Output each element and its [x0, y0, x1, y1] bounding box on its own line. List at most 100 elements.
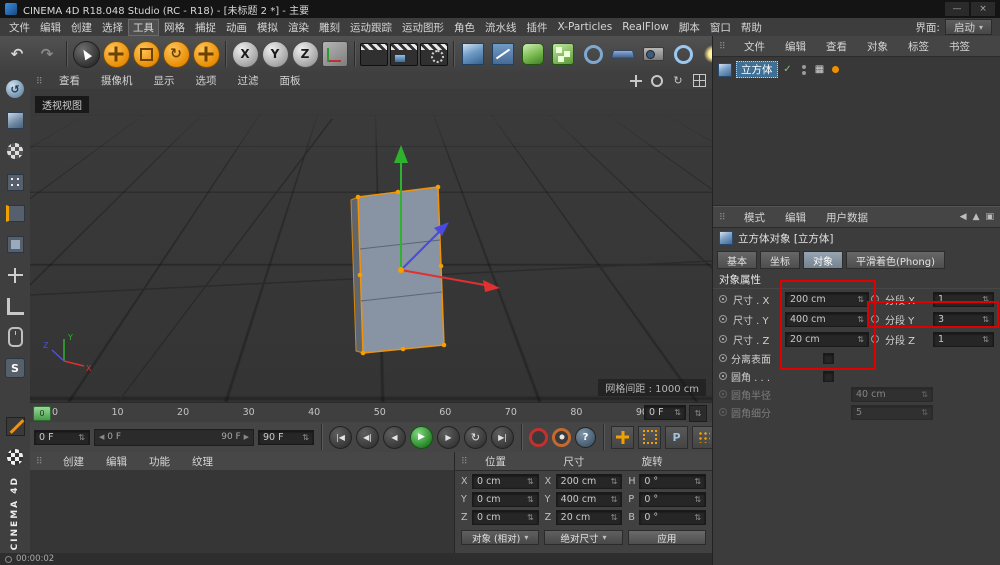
- attr-size-z-field[interactable]: 20 cm: [785, 332, 869, 347]
- anim-dot-icon[interactable]: [719, 335, 727, 343]
- anim-dot-icon[interactable]: [719, 315, 727, 323]
- menu-create[interactable]: 创建: [66, 19, 97, 36]
- material-menu-create[interactable]: 创建: [58, 453, 89, 470]
- visibility-dots-icon[interactable]: [798, 64, 810, 76]
- enable-axis-button[interactable]: [3, 263, 27, 287]
- menu-motion-tracker[interactable]: 运动跟踪: [345, 19, 397, 36]
- toggle-views-icon[interactable]: [692, 74, 706, 88]
- minimize-button[interactable]: —: [945, 2, 969, 16]
- loop-playback-button[interactable]: [464, 426, 487, 449]
- menu-select[interactable]: 选择: [97, 19, 128, 36]
- phong-tag-icon[interactable]: ▦: [814, 64, 826, 76]
- apply-button[interactable]: 应用: [628, 530, 706, 545]
- panel-grip-icon[interactable]: [36, 75, 46, 87]
- om-menu-view[interactable]: 查看: [821, 38, 852, 55]
- make-editable-button[interactable]: ↺: [3, 77, 27, 101]
- zoom-view-icon[interactable]: [650, 74, 664, 88]
- undo-button[interactable]: ↶: [3, 40, 31, 68]
- live-selection-tool[interactable]: [72, 40, 100, 68]
- edges-mode-button[interactable]: [3, 201, 27, 225]
- current-frame-field[interactable]: 0 F: [34, 430, 90, 445]
- texture-mode-button[interactable]: [3, 139, 27, 163]
- ruler-frame-field[interactable]: 0 F: [644, 405, 686, 420]
- menu-sculpt[interactable]: 雕刻: [314, 19, 345, 36]
- material-list-area[interactable]: [30, 470, 454, 553]
- menu-script[interactable]: 脚本: [674, 19, 705, 36]
- texture-ball-button[interactable]: [3, 445, 27, 469]
- anim-dot-icon[interactable]: [871, 315, 879, 323]
- points-mode-button[interactable]: [3, 170, 27, 194]
- viewport-menu-cameras[interactable]: 摄像机: [96, 72, 138, 89]
- menu-animate[interactable]: 动画: [221, 19, 252, 36]
- menu-tools[interactable]: 工具: [128, 19, 159, 36]
- lock-icon[interactable]: ▣: [985, 212, 994, 222]
- move-tool[interactable]: [102, 40, 130, 68]
- om-menu-objects[interactable]: 对象: [862, 38, 893, 55]
- viewport-3d-scene[interactable]: Y X Z: [30, 89, 712, 402]
- timeline-playhead[interactable]: 0: [33, 406, 51, 421]
- viewport-menu-display[interactable]: 显示: [149, 72, 180, 89]
- render-picture-viewer-button[interactable]: [390, 40, 418, 68]
- attr-segments-x-field[interactable]: 1: [933, 292, 994, 307]
- menu-snap[interactable]: 捕捉: [190, 19, 221, 36]
- pan-view-icon[interactable]: [629, 74, 643, 88]
- previous-frame-button[interactable]: [383, 426, 406, 449]
- snap-button[interactable]: S: [3, 356, 27, 380]
- menu-render[interactable]: 渲染: [283, 19, 314, 36]
- viewport-menu-panel[interactable]: 面板: [275, 72, 306, 89]
- menu-character[interactable]: 角色: [449, 19, 480, 36]
- menu-window[interactable]: 窗口: [705, 19, 736, 36]
- panel-grip-icon[interactable]: [719, 211, 729, 223]
- workplane-button[interactable]: [3, 294, 27, 318]
- previous-key-button[interactable]: [356, 426, 379, 449]
- menu-edit[interactable]: 编辑: [35, 19, 66, 36]
- history-up-icon[interactable]: ▲: [973, 212, 980, 222]
- spline-pen-button[interactable]: [489, 40, 517, 68]
- goto-start-button[interactable]: [329, 426, 352, 449]
- render-settings-button[interactable]: [420, 40, 448, 68]
- rotation-h-field[interactable]: 0 °: [639, 474, 706, 489]
- material-menu-texture[interactable]: 纹理: [187, 453, 218, 470]
- rotation-b-field[interactable]: 0 °: [639, 510, 706, 525]
- tab-object[interactable]: 对象: [803, 251, 843, 269]
- fillet-checkbox[interactable]: [823, 371, 834, 382]
- frame-range-slider[interactable]: ◀ 0 F 90 F ▶: [94, 429, 254, 446]
- cloner-button[interactable]: [549, 40, 577, 68]
- position-y-field[interactable]: 0 cm: [472, 492, 539, 507]
- add-cube-button[interactable]: [459, 40, 487, 68]
- size-mode-dropdown[interactable]: 绝对尺寸: [544, 530, 622, 545]
- rotate-view-icon[interactable]: ↻: [671, 74, 685, 88]
- viewport-menu-view[interactable]: 查看: [54, 72, 85, 89]
- attr-size-y-field[interactable]: 400 cm: [785, 312, 869, 327]
- om-menu-tags[interactable]: 标签: [903, 38, 934, 55]
- lock-x-axis-button[interactable]: X: [231, 40, 259, 68]
- position-x-field[interactable]: 0 cm: [472, 474, 539, 489]
- anim-dot-icon[interactable]: [871, 335, 879, 343]
- record-keyframe-button[interactable]: [529, 428, 548, 447]
- size-x-field[interactable]: 200 cm: [556, 474, 623, 489]
- object-list[interactable]: 立方体 ✓ ▦: [713, 57, 1000, 206]
- anim-dot-icon[interactable]: [719, 372, 727, 380]
- om-menu-edit[interactable]: 编辑: [780, 38, 811, 55]
- menu-simulate[interactable]: 模拟: [252, 19, 283, 36]
- camera-button[interactable]: [639, 40, 667, 68]
- record-parameter-toggle[interactable]: P: [665, 426, 688, 449]
- next-frame-button[interactable]: [437, 426, 460, 449]
- close-button[interactable]: ×: [971, 2, 995, 16]
- spline-primitive-button[interactable]: [579, 40, 607, 68]
- goto-end-button[interactable]: [491, 426, 514, 449]
- record-scale-toggle[interactable]: [638, 426, 661, 449]
- subdivision-surface-button[interactable]: [519, 40, 547, 68]
- attr-segments-z-field[interactable]: 1: [933, 332, 994, 347]
- attr-segments-y-field[interactable]: 3: [933, 312, 994, 327]
- ruler-frame-spinner[interactable]: ⇅: [689, 405, 707, 422]
- anim-dot-icon[interactable]: [719, 295, 727, 303]
- sculpt-brush-button[interactable]: [3, 414, 27, 438]
- object-mode-dropdown[interactable]: 对象 (相对): [461, 530, 539, 545]
- menu-mesh[interactable]: 网格: [159, 19, 190, 36]
- lock-y-axis-button[interactable]: Y: [261, 40, 289, 68]
- keyframe-help-button[interactable]: ?: [575, 427, 596, 448]
- anim-dot-icon[interactable]: [719, 354, 727, 362]
- object-row-cube[interactable]: 立方体 ✓ ▦: [713, 57, 1000, 82]
- coordinate-system-button[interactable]: [321, 40, 349, 68]
